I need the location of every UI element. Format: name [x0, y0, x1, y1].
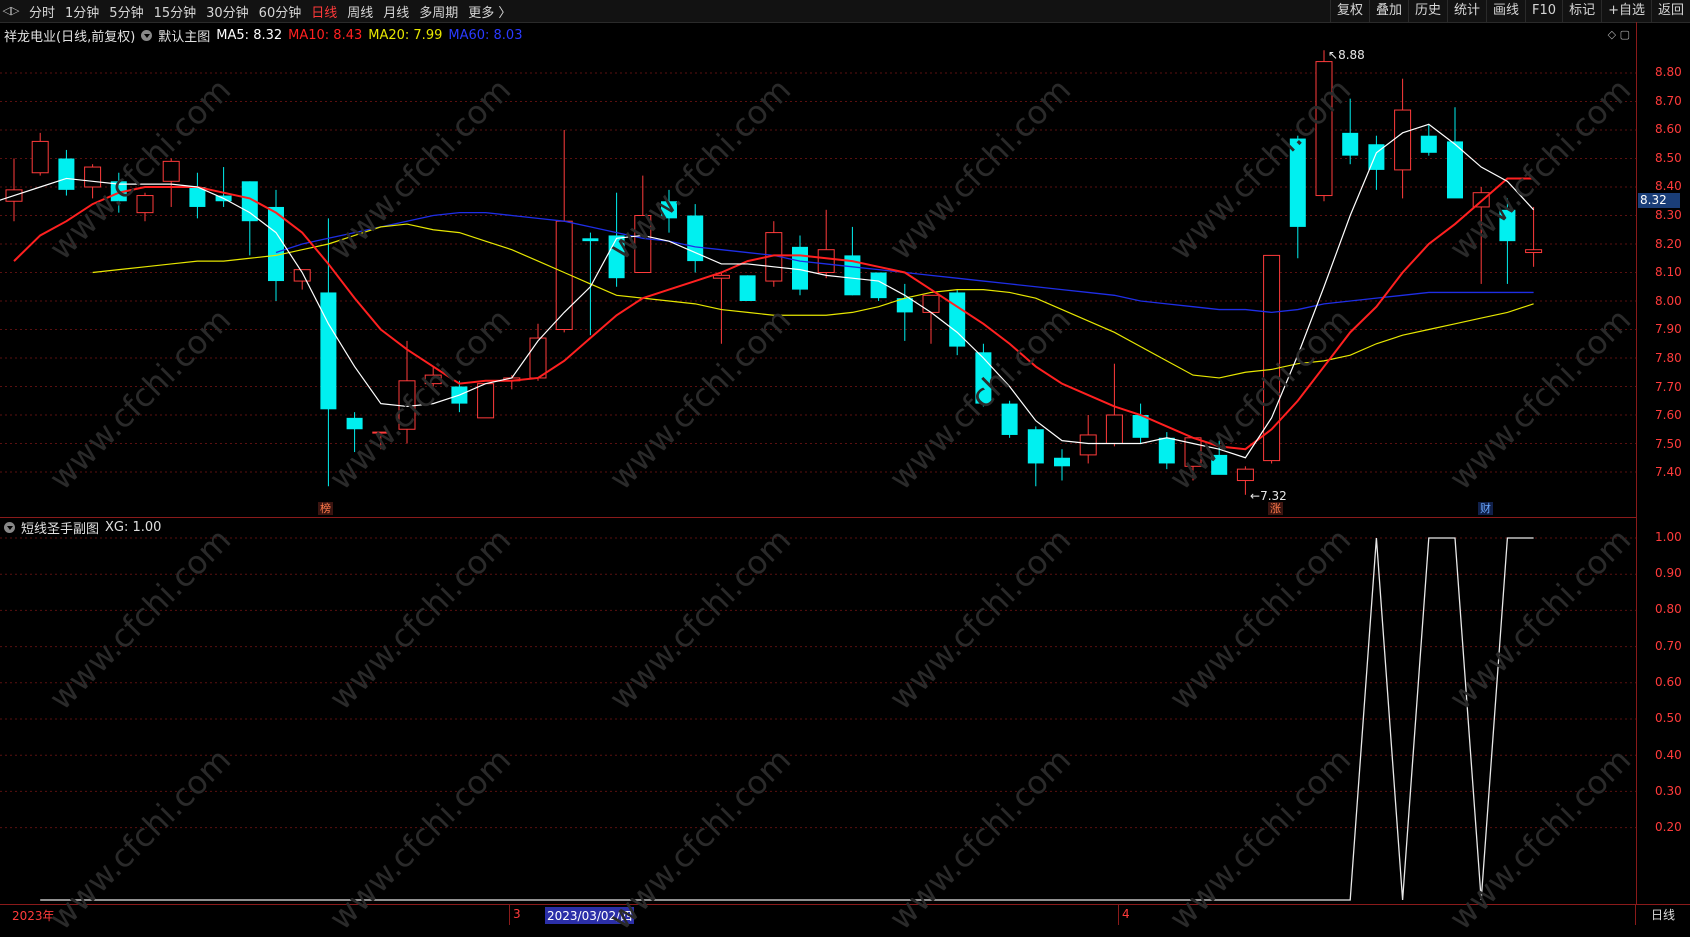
price-tick: 8.10	[1655, 265, 1682, 279]
candle-body-down	[1447, 141, 1463, 199]
date-label: 4	[1122, 907, 1130, 921]
price-tick: 8.20	[1655, 237, 1682, 251]
candle-body-up	[424, 374, 442, 385]
selected-date: 2023/03/02/四	[545, 907, 635, 924]
candle-body-down	[1001, 403, 1018, 435]
price-tick: 8.30	[1655, 208, 1682, 222]
sub-tick: 0.80	[1655, 602, 1682, 616]
candle-body-down	[1499, 209, 1516, 242]
candle-body-up	[712, 274, 730, 279]
date-tick	[1118, 905, 1119, 925]
candle-body-up	[372, 431, 390, 434]
low-value: 7.32	[1260, 489, 1287, 503]
candle-body-down	[320, 292, 337, 410]
price-tick: 8.80	[1655, 65, 1682, 79]
candle-body-down	[870, 272, 887, 299]
price-tick: 7.80	[1655, 351, 1682, 365]
sub-tick: 0.70	[1655, 639, 1682, 653]
candle-body-down	[687, 215, 704, 262]
ma20-line	[92, 223, 1534, 379]
sub-axis: 1.00 0.90 0.80 0.70 0.60 0.50 0.40 0.30 …	[1636, 518, 1690, 904]
candle-body-up	[1105, 414, 1123, 444]
sub-tick: 0.50	[1655, 711, 1682, 725]
high-value: 8.88	[1338, 48, 1365, 62]
high-price-label: ↖8.88	[1328, 48, 1365, 62]
candle-body-up	[136, 195, 154, 214]
candle-body-down	[58, 158, 75, 190]
candle-body-down	[1054, 457, 1070, 467]
candle-body-up	[634, 215, 652, 273]
candle-body-up	[1394, 109, 1412, 171]
price-tick: 7.40	[1655, 465, 1682, 479]
sub-tick: 0.90	[1655, 566, 1682, 580]
candle-body-up	[293, 269, 311, 282]
candle-body-down	[1158, 437, 1175, 464]
candle-body-down	[661, 201, 677, 219]
candle-body-up	[1315, 61, 1333, 197]
date-label: 3	[513, 907, 521, 921]
date-axis: 2023年 3 2023/03/02/四 4 日线	[0, 904, 1690, 925]
price-tick: 8.70	[1655, 94, 1682, 108]
return-button[interactable]: 返回	[1650, 0, 1690, 22]
candle-body-up	[529, 337, 547, 379]
candle-body-down	[346, 417, 363, 430]
event-marker[interactable]: 涨	[1268, 502, 1283, 515]
candle-body-down	[1289, 138, 1306, 227]
price-tick: 7.70	[1655, 380, 1682, 394]
date-label: 2023年	[12, 909, 55, 923]
event-marker[interactable]: 榜	[318, 502, 333, 515]
price-tick: 8.50	[1655, 151, 1682, 165]
candle-body-down	[1027, 429, 1044, 464]
sub-tick: 0.20	[1655, 820, 1682, 834]
candle-body-up	[922, 294, 940, 313]
candle-body-up	[817, 249, 835, 273]
price-axis: 8.80 8.70 8.60 8.50 8.40 8.30 8.20 8.10 …	[1636, 22, 1690, 518]
price-tick: 8.40	[1655, 179, 1682, 193]
candle-body-up	[162, 160, 180, 182]
panel-divider	[0, 517, 1636, 518]
sub-tick: 0.30	[1655, 784, 1682, 798]
event-marker[interactable]: 财	[1478, 502, 1493, 515]
candle-body-down	[608, 235, 625, 279]
candle-body-up	[1236, 468, 1254, 482]
price-tick: 8.00	[1655, 294, 1682, 308]
candle-body-up	[398, 380, 416, 430]
candle-body-down	[739, 275, 756, 301]
candle-body-up	[84, 166, 102, 188]
low-price-label: ←7.32	[1250, 489, 1287, 503]
price-tick: 8.60	[1655, 122, 1682, 136]
candle-body-down	[582, 238, 599, 242]
current-price-label: 8.32	[1638, 193, 1680, 208]
candle-body-up	[477, 383, 495, 419]
sub-tick: 0.40	[1655, 748, 1682, 762]
date-tick	[509, 905, 510, 925]
price-tick: 7.60	[1655, 408, 1682, 422]
candle-body-up	[1079, 434, 1097, 456]
price-tick: 7.50	[1655, 437, 1682, 451]
period-indicator[interactable]: 日线	[1635, 905, 1690, 925]
candle-body-down	[792, 246, 808, 290]
candle-body-down	[975, 352, 992, 404]
price-tick: 7.90	[1655, 322, 1682, 336]
sub-tick: 1.00	[1655, 530, 1682, 544]
candle-body-down	[1211, 454, 1228, 475]
candle-body-up	[31, 140, 49, 174]
candle-body-down	[1342, 132, 1359, 156]
kline-chart[interactable]	[0, 0, 1636, 904]
candle-body-down	[1420, 135, 1437, 153]
candle-body-up	[1525, 249, 1543, 254]
sub-tick: 0.60	[1655, 675, 1682, 689]
